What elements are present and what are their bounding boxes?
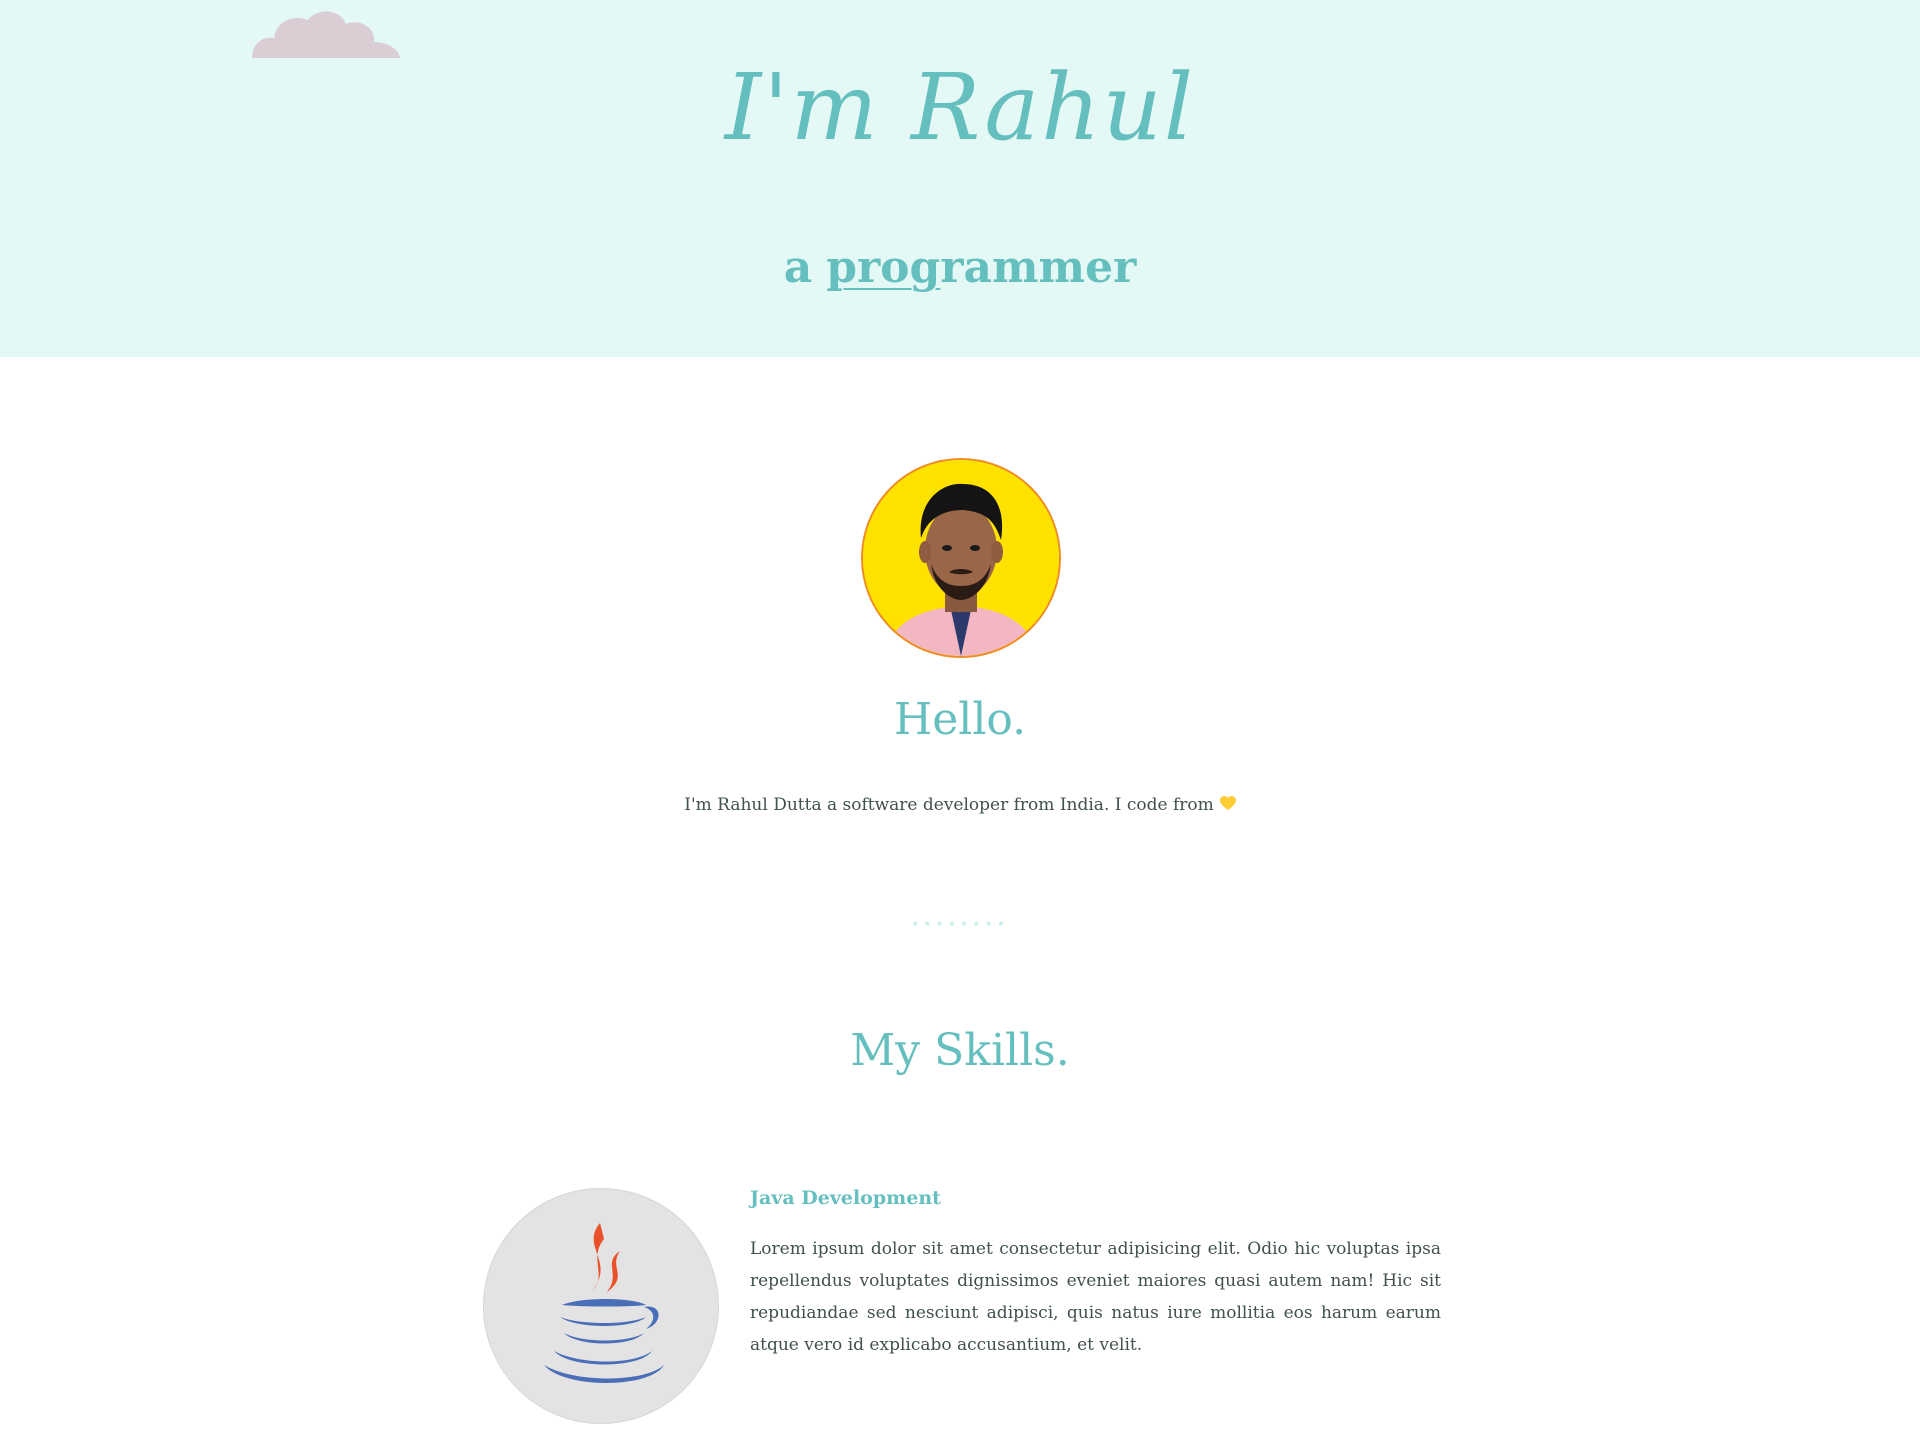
yellow-heart-icon xyxy=(1219,796,1236,810)
java-logo-icon xyxy=(544,1223,664,1383)
profile-photo-illustration xyxy=(863,460,1059,656)
skill-item-java: Java Development Lorem ipsum dolor sit a… xyxy=(483,1188,1441,1428)
section-divider: •••••••• xyxy=(910,917,1010,933)
hello-heading: Hello. xyxy=(893,694,1027,745)
skills-heading: My Skills. xyxy=(850,1025,1070,1076)
skill-description: Lorem ipsum dolor sit amet consectetur a… xyxy=(750,1239,1441,1355)
profile-avatar xyxy=(861,458,1061,658)
hero-subtitle: a programmer xyxy=(0,238,1920,298)
hero-section: I'm Rahul a programmer xyxy=(0,0,1920,357)
hero-title: I'm Rahul xyxy=(724,54,1196,161)
portfolio-page: I'm Rahul a programmer Hello. I'm Rahul … xyxy=(0,0,1920,1440)
intro-sentence: I'm Rahul Dutta a software developer fro… xyxy=(684,795,1214,815)
java-skill-badge xyxy=(483,1188,719,1424)
subtitle-prefix: a xyxy=(783,242,813,293)
subtitle-rest-part: rammer xyxy=(940,242,1137,293)
subtitle-word: programmer xyxy=(826,242,1136,293)
skill-heading: Java Development xyxy=(750,1187,941,1209)
intro-text: I'm Rahul Dutta a software developer fro… xyxy=(0,792,1920,818)
subtitle-underlined-part: prog xyxy=(826,242,941,293)
